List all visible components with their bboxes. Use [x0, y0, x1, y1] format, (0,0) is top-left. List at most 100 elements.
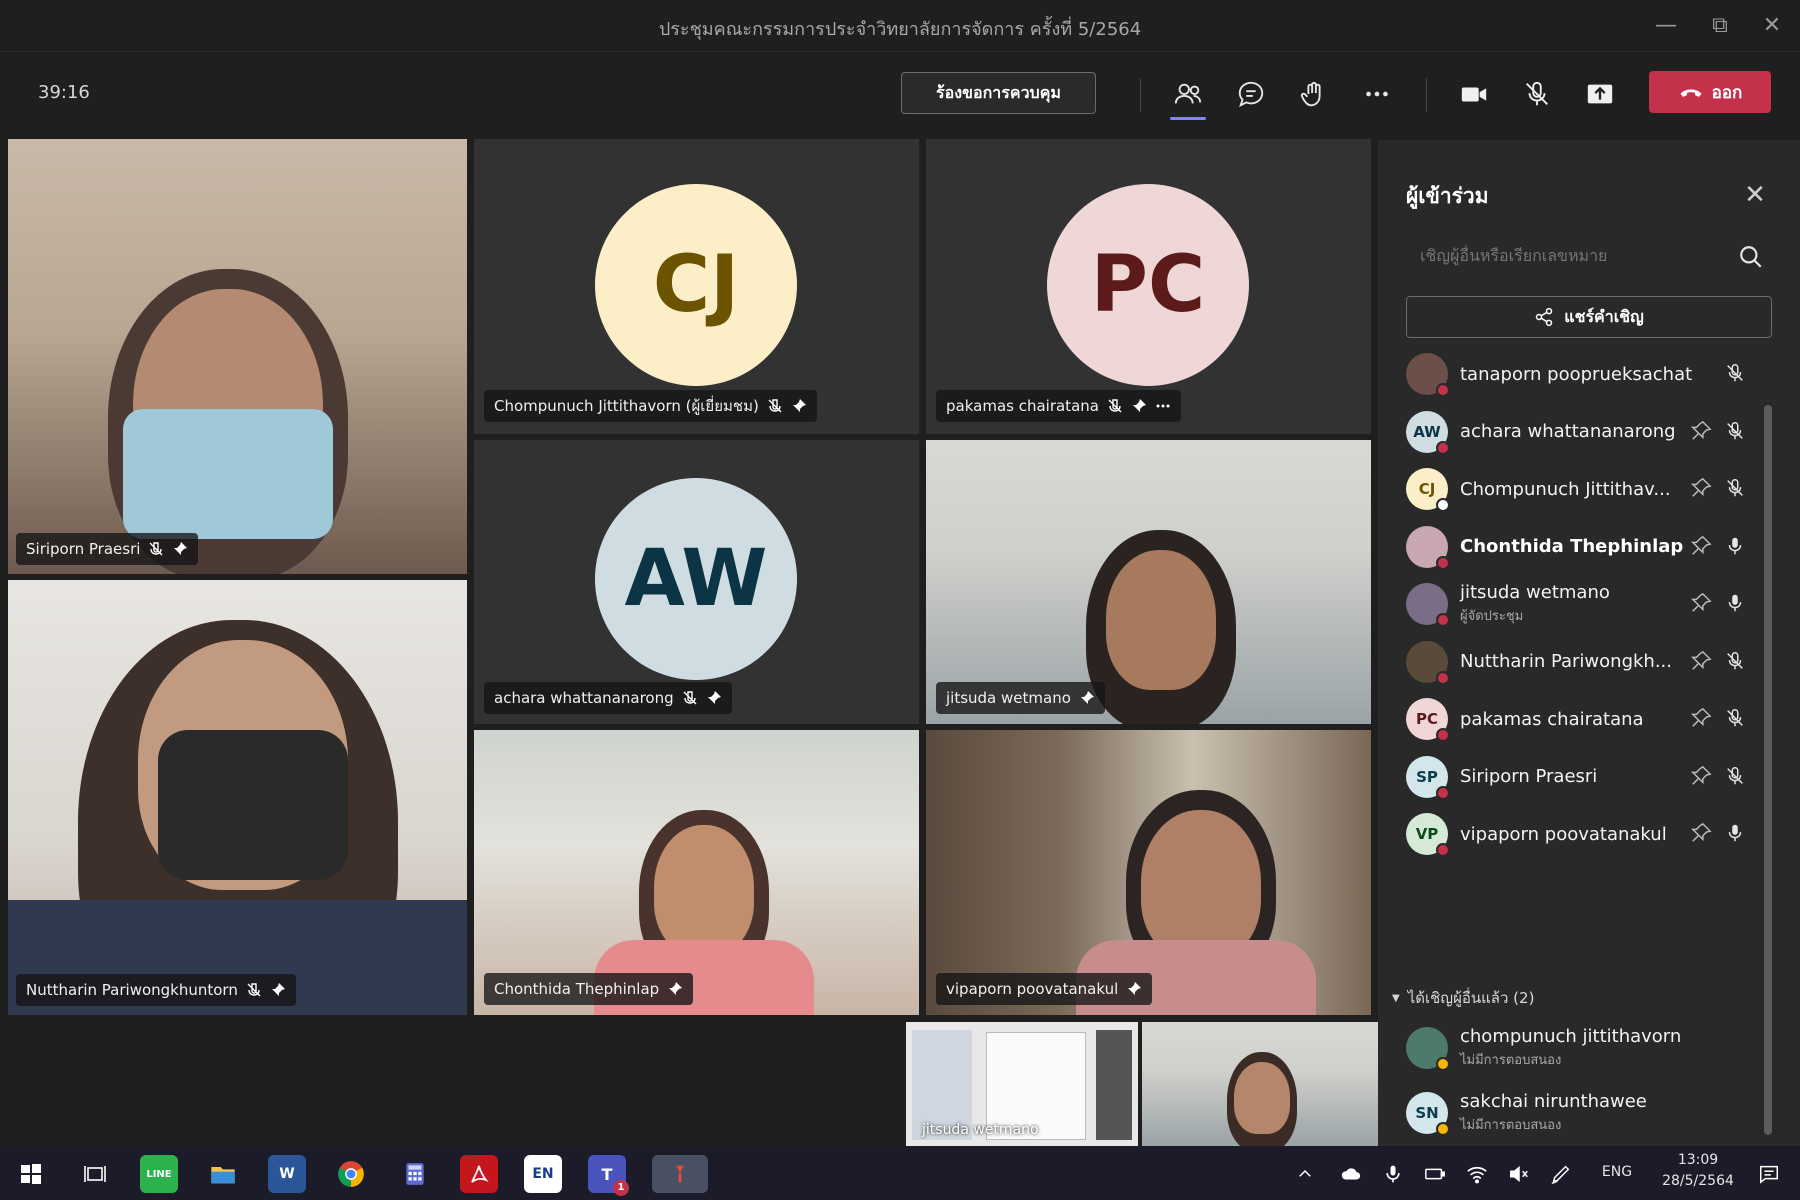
- clock-date[interactable]: 28/5/2564: [1652, 1173, 1744, 1189]
- video-tile-jitsuda[interactable]: jitsuda wetmano: [926, 440, 1371, 724]
- chrome-icon[interactable]: [332, 1155, 370, 1193]
- volume-muted-icon[interactable]: [1504, 1155, 1534, 1193]
- video-tile-pakamas[interactable]: PC pakamas chairatana: [926, 139, 1371, 434]
- video-tile-chonthida[interactable]: Chonthida Thephinlap: [474, 730, 919, 1015]
- video-tile-siriporn[interactable]: Siriporn Praesri: [8, 139, 467, 574]
- video-tile-chompunuch[interactable]: CJ Chompunuch Jittithavorn (ผู้เยี่ยมชม): [474, 139, 919, 434]
- invited-row[interactable]: chompunuch jittithavorn ไม่มีการตอบสนอง: [1406, 1020, 1746, 1076]
- participant-row[interactable]: CJ Chompunuch Jittithav...: [1406, 461, 1746, 517]
- participant-row[interactable]: AW achara whattananarong: [1406, 404, 1746, 460]
- invited-section-label: ได้เชิญผู้อื่นแล้ว (2): [1407, 989, 1535, 1007]
- leave-label: ออก: [1711, 82, 1743, 103]
- battery-icon[interactable]: [1420, 1155, 1450, 1193]
- avatar: [1406, 353, 1450, 397]
- mic-muted-icon: [768, 399, 782, 413]
- presence-status-icon: [1436, 613, 1450, 627]
- pin-icon[interactable]: [1690, 765, 1712, 791]
- request-control-button[interactable]: ร้องขอการควบคุม: [901, 72, 1096, 114]
- invited-row[interactable]: SN sakchai nirunthawee ไม่มีการตอบสนอง: [1406, 1085, 1746, 1141]
- avatar: AW: [595, 478, 797, 680]
- line-icon[interactable]: LINE: [140, 1155, 178, 1193]
- word-icon[interactable]: W: [268, 1155, 306, 1193]
- windows-start-icon[interactable]: [12, 1155, 50, 1193]
- participant-name: Chompunuch Jittithav...: [1460, 478, 1671, 500]
- close-window-icon[interactable]: ✕: [1752, 10, 1792, 42]
- raise-hand-icon[interactable]: [1294, 76, 1334, 112]
- participant-row[interactable]: jitsuda wetmano ผู้จัดประชุม: [1406, 576, 1746, 632]
- title-bar: ประชุมคณะกรรมการประจำวิทยาลัยการจัดการ ค…: [0, 0, 1800, 52]
- share-icon: [1536, 307, 1553, 327]
- share-screen-icon[interactable]: [1580, 76, 1620, 112]
- hang-up-icon: [1680, 89, 1702, 97]
- mic-muted-icon[interactable]: [1517, 76, 1557, 112]
- participant-name: vipaporn poovatanakul: [1460, 823, 1667, 845]
- video-tile-achara[interactable]: AW achara whattananarong: [474, 440, 919, 724]
- language-indicator[interactable]: ENG: [1595, 1164, 1639, 1180]
- screen-share-thumbnail[interactable]: jitsuda wetmano: [906, 1022, 1138, 1146]
- participant-row[interactable]: SP Siriporn Praesri: [1406, 749, 1746, 805]
- participants-icon[interactable]: [1168, 76, 1208, 120]
- video-tile-vipaporn[interactable]: vipaporn poovatanakul: [926, 730, 1371, 1015]
- mic-muted-icon: [1724, 420, 1746, 446]
- participant-row[interactable]: Nuttharin Pariwongkh...: [1406, 634, 1746, 690]
- pen-icon[interactable]: [1546, 1155, 1576, 1193]
- calculator-icon[interactable]: [396, 1155, 434, 1193]
- teams-notification-badge: 1: [613, 1180, 629, 1196]
- microphone-icon[interactable]: [1378, 1155, 1408, 1193]
- close-icon[interactable]: ✕: [1740, 180, 1770, 210]
- pin-icon[interactable]: [1690, 822, 1712, 848]
- more-options-icon[interactable]: [1357, 76, 1397, 112]
- notification-icon[interactable]: [1752, 1155, 1786, 1193]
- en-app-icon[interactable]: EN: [524, 1155, 562, 1193]
- invited-section-header[interactable]: ▼ ได้เชิญผู้อื่นแล้ว (2): [1392, 986, 1534, 1010]
- minimize-icon[interactable]: —: [1646, 10, 1686, 42]
- chevron-up-icon[interactable]: [1290, 1155, 1320, 1193]
- avatar-initials: SN: [1415, 1104, 1439, 1122]
- participant-row[interactable]: VP vipaporn poovatanakul: [1406, 806, 1746, 862]
- participant-row[interactable]: tanaporn pooprueksachat: [1406, 346, 1746, 402]
- pin-icon[interactable]: [1690, 650, 1712, 676]
- acrobat-icon[interactable]: [460, 1155, 498, 1193]
- participant-name: pakamas chairatana: [1460, 708, 1644, 730]
- avatar-initials: VP: [1415, 825, 1439, 843]
- participant-name: pakamas chairatana: [946, 397, 1099, 415]
- restore-icon[interactable]: ⧉: [1700, 10, 1740, 42]
- participant-name: jitsuda wetmano: [946, 689, 1071, 707]
- avatar: [1406, 1027, 1450, 1071]
- more-icon[interactable]: [1155, 398, 1171, 414]
- participant-row[interactable]: Chonthida Thephinlap: [1406, 519, 1746, 575]
- pin-icon[interactable]: [1690, 420, 1712, 446]
- participant-row[interactable]: PC pakamas chairatana: [1406, 691, 1746, 747]
- name-tag: Chompunuch Jittithavorn (ผู้เยี่ยมชม): [484, 390, 817, 422]
- camera-icon[interactable]: [1454, 76, 1494, 112]
- leave-button[interactable]: ออก: [1649, 71, 1771, 113]
- pin-icon[interactable]: [1690, 592, 1712, 618]
- chat-icon[interactable]: [1231, 76, 1271, 112]
- mic-muted-icon: [1724, 477, 1746, 503]
- meeting-toolbar: 39:16 ร้องขอการควบคุม ออก: [0, 52, 1800, 134]
- toolbar-divider: [1426, 78, 1427, 112]
- video-tile-nuttharin[interactable]: Nuttharin Pariwongkhuntorn: [8, 580, 467, 1015]
- pin-icon: [1080, 691, 1094, 704]
- self-video-thumbnail[interactable]: [1142, 1022, 1378, 1146]
- pin-icon[interactable]: [1690, 707, 1712, 733]
- clock-time[interactable]: 13:09: [1652, 1152, 1744, 1168]
- search-icon[interactable]: [1738, 244, 1764, 270]
- presence-status-icon: [1436, 440, 1450, 455]
- name-tag: jitsuda wetmano: [936, 682, 1105, 714]
- presence-status-icon: [1436, 728, 1450, 742]
- invite-input[interactable]: [1406, 238, 1770, 276]
- avatar: CJ: [595, 184, 797, 386]
- share-invite-button[interactable]: แชร์คำเชิญ: [1406, 296, 1772, 338]
- file-explorer-icon[interactable]: [204, 1155, 242, 1193]
- panel-scrollbar[interactable]: [1764, 405, 1772, 1135]
- participant-name: Nuttharin Pariwongkh...: [1460, 651, 1673, 672]
- avatar-initials: PC: [1415, 710, 1438, 728]
- active-app-icon[interactable]: [652, 1155, 708, 1193]
- task-view-icon[interactable]: [76, 1155, 114, 1193]
- cloud-icon[interactable]: [1336, 1155, 1366, 1193]
- pin-icon[interactable]: [1690, 477, 1712, 503]
- pin-icon[interactable]: [1690, 535, 1712, 561]
- teams-icon[interactable]: T 1: [588, 1155, 629, 1196]
- wifi-icon[interactable]: [1462, 1155, 1492, 1193]
